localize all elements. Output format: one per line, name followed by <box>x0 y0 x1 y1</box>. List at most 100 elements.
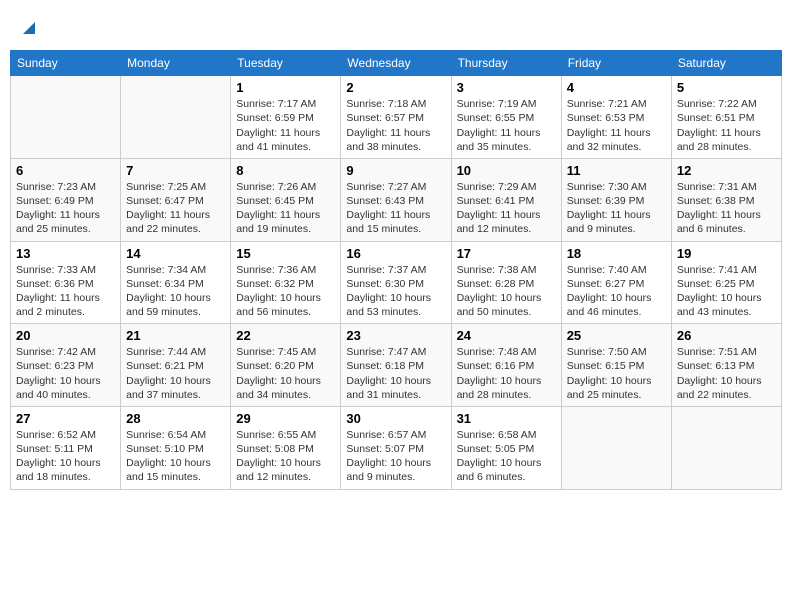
sunrise-text: Sunrise: 7:22 AM <box>677 97 776 111</box>
day-info: Sunrise: 7:42 AMSunset: 6:23 PMDaylight:… <box>16 345 115 402</box>
sunrise-text: Sunrise: 7:47 AM <box>346 345 445 359</box>
daylight-text: Daylight: 11 hours and 9 minutes. <box>567 208 666 236</box>
daylight-text: Daylight: 10 hours and 12 minutes. <box>236 456 335 484</box>
calendar-cell: 29 Sunrise: 6:55 AMSunset: 5:08 PMDayligh… <box>231 406 341 489</box>
calendar-cell: 7Sunrise: 7:25 AMSunset: 6:47 PMDaylight… <box>121 158 231 241</box>
sunset-text: Sunset: 5:10 PM <box>126 442 225 456</box>
calendar-cell: 21Sunrise: 7:44 AMSunset: 6:21 PMDayligh… <box>121 324 231 407</box>
calendar-cell: 15Sunrise: 7:36 AMSunset: 6:32 PMDayligh… <box>231 241 341 324</box>
day-number: 3 <box>457 80 556 95</box>
calendar-cell: 2Sunrise: 7:18 AMSunset: 6:57 PMDaylight… <box>341 76 451 159</box>
sunrise-text: Sunrise: 7:50 AM <box>567 345 666 359</box>
daylight-text: Daylight: 11 hours and 32 minutes. <box>567 126 666 154</box>
sunrise-text: Sunrise: 7:17 AM <box>236 97 335 111</box>
weekday-header-saturday: Saturday <box>671 51 781 76</box>
calendar-cell: 30Sunrise: 6:57 AMSunset: 5:07 PMDayligh… <box>341 406 451 489</box>
day-info: Sunrise: 7:37 AMSunset: 6:30 PMDaylight:… <box>346 263 445 320</box>
daylight-text: Daylight: 11 hours and 12 minutes. <box>457 208 556 236</box>
sunrise-text: Sunrise: 6:57 AM <box>346 428 445 442</box>
sunrise-text: Sunrise: 7:40 AM <box>567 263 666 277</box>
day-number: 23 <box>346 328 445 343</box>
daylight-text: Daylight: 10 hours and 34 minutes. <box>236 374 335 402</box>
sunset-text: Sunset: 6:23 PM <box>16 359 115 373</box>
calendar-cell: 3Sunrise: 7:19 AMSunset: 6:55 PMDaylight… <box>451 76 561 159</box>
day-number: 29 <box>236 411 335 426</box>
calendar-cell: 12Sunrise: 7:31 AMSunset: 6:38 PMDayligh… <box>671 158 781 241</box>
day-number: 10 <box>457 163 556 178</box>
daylight-text: Daylight: 11 hours and 15 minutes. <box>346 208 445 236</box>
sunrise-text: Sunrise: 7:51 AM <box>677 345 776 359</box>
sunrise-text: Sunrise: 7:21 AM <box>567 97 666 111</box>
sunrise-text: Sunrise: 7:23 AM <box>16 180 115 194</box>
day-info: Sunrise: 7:41 AMSunset: 6:25 PMDaylight:… <box>677 263 776 320</box>
daylight-text: Daylight: 10 hours and 56 minutes. <box>236 291 335 319</box>
calendar-cell: 11Sunrise: 7:30 AMSunset: 6:39 PMDayligh… <box>561 158 671 241</box>
daylight-text: Daylight: 10 hours and 15 minutes. <box>126 456 225 484</box>
day-number: 28 <box>126 411 225 426</box>
calendar-cell: 1Sunrise: 7:17 AMSunset: 6:59 PMDaylight… <box>231 76 341 159</box>
day-number: 7 <box>126 163 225 178</box>
day-info: Sunrise: 7:23 AMSunset: 6:49 PMDaylight:… <box>16 180 115 237</box>
calendar-week-row: 20Sunrise: 7:42 AMSunset: 6:23 PMDayligh… <box>11 324 782 407</box>
sunset-text: Sunset: 6:32 PM <box>236 277 335 291</box>
day-number: 21 <box>126 328 225 343</box>
day-info: Sunrise: 7:48 AMSunset: 6:16 PMDaylight:… <box>457 345 556 402</box>
daylight-text: Daylight: 11 hours and 22 minutes. <box>126 208 225 236</box>
calendar-table: SundayMondayTuesdayWednesdayThursdayFrid… <box>10 50 782 489</box>
daylight-text: Daylight: 10 hours and 28 minutes. <box>457 374 556 402</box>
calendar-cell: 10 Sunrise: 7:29 AMSunset: 6:41 PMDayligh… <box>451 158 561 241</box>
calendar-cell: 26 Sunrise: 7:51 AMSunset: 6:13 PMDayligh… <box>671 324 781 407</box>
sunrise-text: Sunrise: 6:54 AM <box>126 428 225 442</box>
sunrise-text: Sunrise: 7:31 AM <box>677 180 776 194</box>
calendar-cell: 13Sunrise: 7:33 AMSunset: 6:36 PMDayligh… <box>11 241 121 324</box>
calendar-week-row: 27Sunrise: 6:52 AMSunset: 5:11 PMDayligh… <box>11 406 782 489</box>
day-number: 30 <box>346 411 445 426</box>
day-info: Sunrise: 7:33 AMSunset: 6:36 PMDaylight:… <box>16 263 115 320</box>
calendar-cell <box>671 406 781 489</box>
daylight-text: Daylight: 11 hours and 38 minutes. <box>346 126 445 154</box>
sunset-text: Sunset: 6:20 PM <box>236 359 335 373</box>
sunset-text: Sunset: 6:38 PM <box>677 194 776 208</box>
calendar-cell: 8Sunrise: 7:26 AMSunset: 6:45 PMDaylight… <box>231 158 341 241</box>
sunset-text: Sunset: 6:28 PM <box>457 277 556 291</box>
calendar-cell <box>11 76 121 159</box>
sunrise-text: Sunrise: 7:29 AM <box>457 180 556 194</box>
daylight-text: Daylight: 10 hours and 50 minutes. <box>457 291 556 319</box>
day-info: Sunrise: 7:36 AMSunset: 6:32 PMDaylight:… <box>236 263 335 320</box>
calendar-week-row: 1Sunrise: 7:17 AMSunset: 6:59 PMDaylight… <box>11 76 782 159</box>
calendar-cell: 14Sunrise: 7:34 AMSunset: 6:34 PMDayligh… <box>121 241 231 324</box>
day-number: 19 <box>677 246 776 261</box>
sunrise-text: Sunrise: 7:41 AM <box>677 263 776 277</box>
sunrise-text: Sunrise: 6:58 AM <box>457 428 556 442</box>
daylight-text: Daylight: 10 hours and 18 minutes. <box>16 456 115 484</box>
sunset-text: Sunset: 6:51 PM <box>677 111 776 125</box>
sunset-text: Sunset: 6:53 PM <box>567 111 666 125</box>
day-number: 26 <box>677 328 776 343</box>
sunrise-text: Sunrise: 7:36 AM <box>236 263 335 277</box>
calendar-cell: 24Sunrise: 7:48 AMSunset: 6:16 PMDayligh… <box>451 324 561 407</box>
sunset-text: Sunset: 6:25 PM <box>677 277 776 291</box>
day-info: Sunrise: 7:31 AMSunset: 6:38 PMDaylight:… <box>677 180 776 237</box>
sunrise-text: Sunrise: 7:42 AM <box>16 345 115 359</box>
day-info: Sunrise: 6:55 AMSunset: 5:08 PMDaylight:… <box>236 428 335 485</box>
day-info: Sunrise: 7:22 AMSunset: 6:51 PMDaylight:… <box>677 97 776 154</box>
calendar-cell: 4Sunrise: 7:21 AMSunset: 6:53 PMDaylight… <box>561 76 671 159</box>
day-info: Sunrise: 6:58 AMSunset: 5:05 PMDaylight:… <box>457 428 556 485</box>
day-info: Sunrise: 7:51 AMSunset: 6:13 PMDaylight:… <box>677 345 776 402</box>
day-number: 5 <box>677 80 776 95</box>
day-info: Sunrise: 7:50 AMSunset: 6:15 PMDaylight:… <box>567 345 666 402</box>
sunrise-text: Sunrise: 7:19 AM <box>457 97 556 111</box>
day-info: Sunrise: 7:21 AMSunset: 6:53 PMDaylight:… <box>567 97 666 154</box>
sunset-text: Sunset: 6:45 PM <box>236 194 335 208</box>
weekday-header-tuesday: Tuesday <box>231 51 341 76</box>
sunset-text: Sunset: 6:49 PM <box>16 194 115 208</box>
sunset-text: Sunset: 6:30 PM <box>346 277 445 291</box>
sunset-text: Sunset: 6:55 PM <box>457 111 556 125</box>
day-number: 8 <box>236 163 335 178</box>
calendar-cell <box>561 406 671 489</box>
calendar-cell <box>121 76 231 159</box>
daylight-text: Daylight: 10 hours and 43 minutes. <box>677 291 776 319</box>
sunset-text: Sunset: 6:47 PM <box>126 194 225 208</box>
logo-triangle-icon <box>21 20 37 36</box>
sunset-text: Sunset: 6:41 PM <box>457 194 556 208</box>
